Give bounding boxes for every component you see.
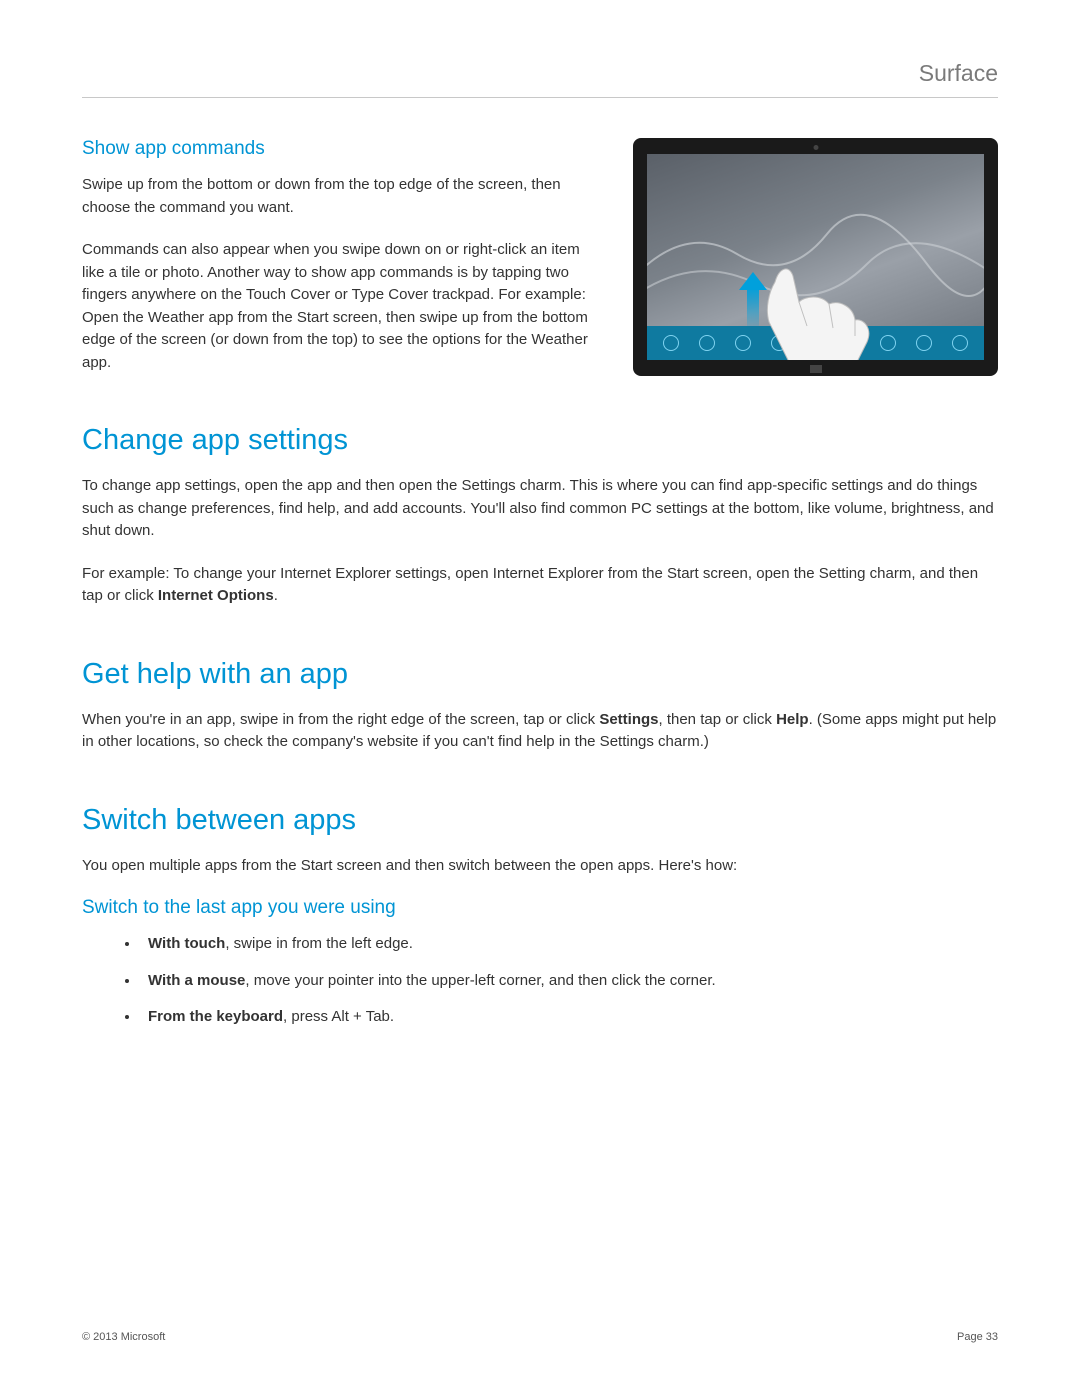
heading-switch-apps: Switch between apps	[82, 804, 998, 837]
text: .	[274, 587, 278, 604]
heading-get-help: Get help with an app	[82, 658, 998, 691]
app-command-bar	[647, 326, 984, 360]
text: When you're in an app, swipe in from the…	[82, 711, 599, 728]
bold-text: With a mouse	[148, 972, 245, 989]
appbar-icon	[916, 335, 932, 351]
appbar-icon	[952, 335, 968, 351]
bold-text: From the keyboard	[148, 1008, 283, 1025]
page-footer: © 2013 Microsoft Page 33	[82, 1331, 998, 1343]
heading-change-app-settings: Change app settings	[82, 424, 998, 457]
section-switch-apps: Switch between apps You open multiple ap…	[82, 804, 998, 1029]
heading-switch-last-app: Switch to the last app you were using	[82, 897, 998, 919]
paragraph: You open multiple apps from the Start sc…	[82, 855, 998, 878]
paragraph: To change app settings, open the app and…	[82, 475, 998, 543]
list-item: From the keyboard, press Alt + Tab.	[140, 1006, 998, 1029]
appbar-icon	[735, 335, 751, 351]
swipe-up-arrow-icon	[739, 270, 767, 326]
list-item: With touch, swipe in from the left edge.	[140, 933, 998, 956]
appbar-icon	[771, 335, 787, 351]
paragraph: Swipe up from the bottom or down from th…	[82, 174, 605, 219]
text: , then tap or click	[659, 711, 777, 728]
appbar-icon	[699, 335, 715, 351]
appbar-icon	[807, 335, 823, 351]
brand-label: Surface	[919, 60, 998, 87]
appbar-icon	[663, 335, 679, 351]
bold-text: Help	[776, 711, 809, 728]
section-change-app-settings: Change app settings To change app settin…	[82, 424, 998, 608]
windows-button-icon	[810, 365, 822, 373]
section-get-help: Get help with an app When you're in an a…	[82, 658, 998, 754]
copyright-text: © 2013 Microsoft	[82, 1331, 165, 1343]
paragraph: Commands can also appear when you swipe …	[82, 239, 605, 374]
page-number: Page 33	[957, 1331, 998, 1343]
bullet-list: With touch, swipe in from the left edge.…	[140, 933, 998, 1029]
bold-text: With touch	[148, 935, 225, 952]
paragraph: When you're in an app, swipe in from the…	[82, 709, 998, 754]
bold-text: Internet Options	[158, 587, 274, 604]
appbar-icon	[844, 335, 860, 351]
camera-icon	[813, 145, 818, 150]
section-show-app-commands: Show app commands Swipe up from the bott…	[82, 138, 998, 376]
appbar-icon	[880, 335, 896, 351]
tablet-illustration	[633, 138, 998, 376]
text: , swipe in from the left edge.	[225, 935, 413, 952]
heading-show-app-commands: Show app commands	[82, 138, 605, 160]
bold-text: Settings	[599, 711, 658, 728]
text: , press Alt + Tab.	[283, 1008, 394, 1025]
paragraph: For example: To change your Internet Exp…	[82, 563, 998, 608]
list-item: With a mouse, move your pointer into the…	[140, 970, 998, 993]
text: , move your pointer into the upper-left …	[245, 972, 715, 989]
page-header: Surface	[82, 60, 998, 98]
